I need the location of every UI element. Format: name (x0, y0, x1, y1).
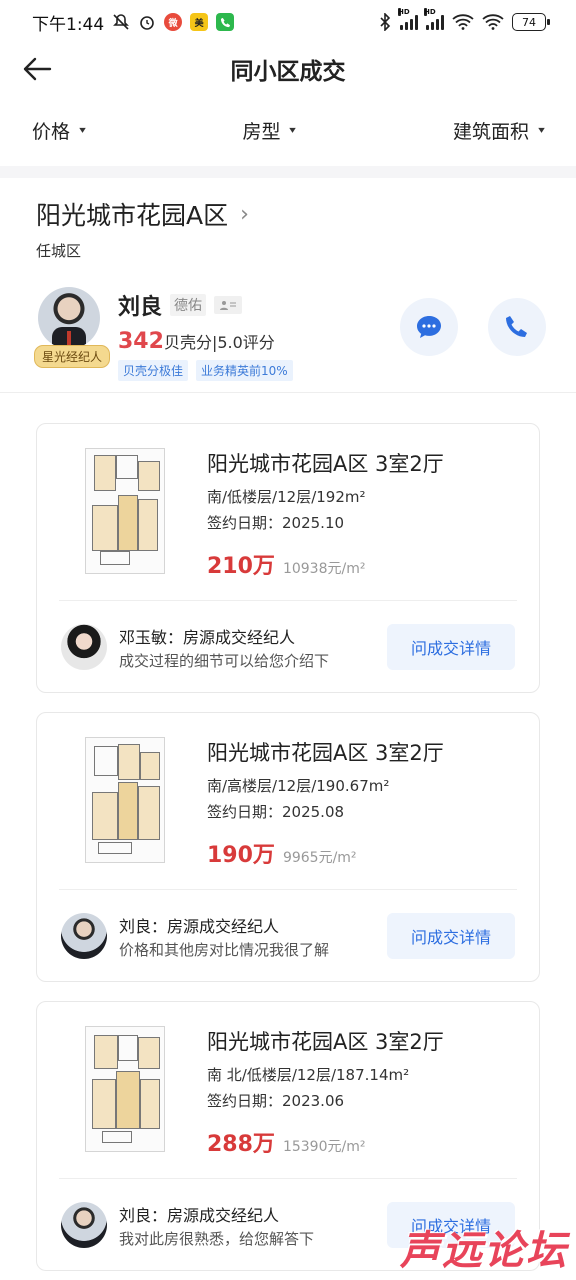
meituan-icon: 美 (190, 13, 209, 31)
filter-area[interactable]: 建筑面积 ▾ (452, 117, 545, 144)
deal-agent-line: 邓玉敏：房源成交经纪人 (119, 628, 296, 647)
header: 同小区成交 (0, 44, 576, 94)
call-button[interactable] (488, 298, 546, 356)
deal-price: 190万 (207, 843, 275, 868)
status-left: 下午1:44 微 美 (32, 10, 235, 35)
chevron-down-icon: ▾ (79, 124, 86, 136)
status-right: HD HD 74 (378, 8, 550, 31)
ask-deal-details-button[interactable]: 问成交详情 (387, 624, 515, 670)
deal-agent-line: 刘良：房源成交经纪人 (119, 1206, 280, 1225)
chat-bubble-icon (417, 316, 441, 338)
page-title: 同小区成交 (230, 59, 346, 85)
community-section: 阳光城市花园A区 › 任城区 (0, 178, 576, 261)
community-district: 任城区 (36, 242, 82, 260)
back-arrow-icon (23, 57, 52, 81)
deal-date: 签约日期：2025.10 (207, 514, 345, 532)
floor-plan-image (85, 448, 165, 574)
agent-tag: 贝壳分极佳 (118, 360, 189, 381)
deal-date: 签约日期：2025.08 (207, 803, 345, 821)
deal-title: 阳光城市花园A区 3室2厅 (207, 1030, 444, 1054)
community-name: 阳光城市花园A区 (36, 201, 229, 230)
avatar[interactable] (61, 624, 107, 670)
filter-label: 房型 (242, 120, 281, 143)
deal-list: 阳光城市花园A区 3室2厅 南/低楼层/12层/192m² 签约日期：2025.… (0, 393, 576, 1271)
avatar[interactable] (38, 287, 100, 349)
deal-card[interactable]: 阳光城市花园A区 3室2厅 南/低楼层/12层/192m² 签约日期：2025.… (36, 423, 540, 693)
deal-meta: 南 北/低楼层/12层/187.14m² (207, 1066, 410, 1084)
deal-meta: 南/高楼层/12层/190.67m² (207, 777, 390, 795)
agent-tags: 贝壳分极佳 业务精英前10% (118, 360, 293, 381)
status-bar: 下午1:44 微 美 HD HD 74 (0, 0, 576, 44)
deal-unit-price: 10938元/m² (282, 561, 366, 577)
chevron-down-icon: ▾ (289, 124, 297, 136)
deal-unit-price: 15390元/m² (282, 1139, 366, 1155)
filter-label: 建筑面积 (452, 120, 529, 143)
signal-icon-1: HD (398, 8, 418, 30)
agent-score-text: 贝壳分|5.0评分 (163, 333, 275, 352)
chat-button[interactable] (400, 298, 458, 356)
divider (59, 600, 517, 601)
battery-icon: 74 (512, 13, 550, 31)
agent-score-value: 342 (118, 329, 164, 354)
back-button[interactable] (20, 52, 54, 86)
weibo-icon: 微 (164, 13, 183, 31)
deal-agent-note: 价格和其他房对比情况我很了解 (119, 941, 330, 959)
agent-name[interactable]: 刘良 (118, 289, 162, 321)
deal-price: 210万 (207, 554, 275, 579)
deal-title: 阳光城市花园A区 3室2厅 (207, 452, 444, 476)
ask-deal-details-button[interactable]: 问成交详情 (387, 913, 515, 959)
phone-app-icon (216, 13, 235, 31)
deal-date: 签约日期：2023.06 (207, 1092, 345, 1110)
divider (59, 889, 517, 890)
filter-bar: 价格 ▾ 房型 ▾ 建筑面积 ▾ (0, 94, 576, 166)
filter-price[interactable]: 价格 ▾ (32, 117, 86, 144)
wifi-icon (452, 14, 474, 30)
deal-price-row: 288万 15390元/m² (207, 1126, 365, 1158)
community-link[interactable]: 阳光城市花园A区 › (36, 196, 540, 232)
deal-agent-line: 刘良：房源成交经纪人 (119, 917, 280, 936)
deal-price-row: 210万 10938元/m² (207, 548, 365, 580)
deal-agent-note: 我对此房很熟悉，给您解答下 (119, 1230, 315, 1248)
section-divider (0, 166, 576, 178)
star-agent-badge: 星光经纪人 (34, 345, 111, 368)
business-card-icon[interactable] (214, 296, 243, 314)
filter-label: 价格 (32, 120, 71, 143)
chevron-right-icon: › (240, 201, 249, 227)
mute-notification-icon (112, 13, 130, 31)
agent-tag: 业务精英前10% (196, 360, 293, 381)
avatar[interactable] (61, 913, 107, 959)
alarm-icon (138, 13, 156, 31)
filter-layout[interactable]: 房型 ▾ (242, 117, 297, 144)
floor-plan-image (85, 1026, 165, 1152)
status-time: 下午1:44 (32, 14, 105, 35)
hd-label: HD (424, 8, 436, 16)
deal-unit-price: 9965元/m² (282, 850, 357, 866)
divider (59, 1178, 517, 1179)
forum-watermark: 声远论坛 (400, 1228, 568, 1274)
deal-agent-note: 成交过程的细节可以给您介绍下 (119, 652, 330, 670)
floor-plan-image (85, 737, 165, 863)
agent-info: 刘良 德佑 342贝壳分|5.0评分 贝壳分极佳 业务精英前10% (118, 289, 293, 381)
deal-price: 288万 (207, 1132, 275, 1157)
bluetooth-icon (378, 13, 392, 31)
phone-icon (506, 316, 527, 337)
deal-title: 阳光城市花园A区 3室2厅 (207, 741, 444, 765)
signal-icon-2: HD (424, 8, 444, 30)
deal-price-row: 190万 9965元/m² (207, 837, 357, 869)
deal-meta: 南/低楼层/12层/192m² (207, 488, 366, 506)
agent-brand: 德佑 (170, 294, 207, 316)
deal-card[interactable]: 阳光城市花园A区 3室2厅 南/高楼层/12层/190.67m² 签约日期：20… (36, 712, 540, 982)
chevron-down-icon: ▾ (538, 124, 545, 136)
avatar[interactable] (61, 1202, 107, 1248)
wifi-icon-2 (482, 14, 504, 30)
agent-score: 342贝壳分|5.0评分 (118, 329, 293, 354)
hd-label: HD (398, 8, 410, 16)
